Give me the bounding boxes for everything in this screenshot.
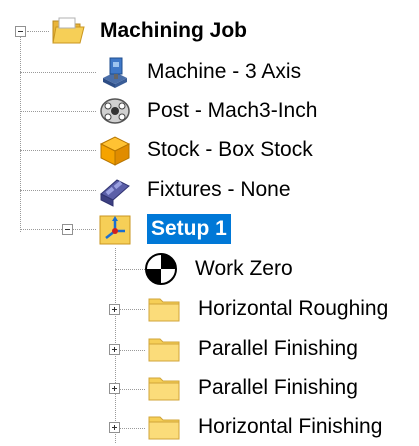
tree-node-label: Stock - Box Stock bbox=[147, 138, 313, 161]
fixtures-icon bbox=[97, 172, 133, 208]
tree-node-horizontal-finishing[interactable]: Horizontal Finishing bbox=[146, 408, 382, 446]
folder-icon bbox=[146, 370, 182, 406]
tree-node-label: Post - Mach3-Inch bbox=[147, 99, 318, 122]
tree-node-label: Horizontal Roughing bbox=[198, 297, 389, 320]
tree-node-label: Machining Job bbox=[100, 19, 247, 42]
tree-connector bbox=[20, 190, 96, 191]
expand-horizontal-roughing-button[interactable] bbox=[109, 304, 120, 315]
stock-box-icon bbox=[97, 132, 133, 168]
tree-node-machine[interactable]: Machine - 3 Axis bbox=[97, 53, 301, 91]
tree-connector bbox=[20, 150, 96, 151]
setup-icon bbox=[97, 211, 133, 247]
tree-node-setup[interactable]: Setup 1 bbox=[97, 210, 231, 248]
tree-node-label: Horizontal Finishing bbox=[198, 415, 383, 438]
tree-node-label: Parallel Finishing bbox=[198, 337, 358, 360]
folder-icon bbox=[146, 409, 182, 445]
machine-icon bbox=[97, 54, 133, 90]
tree-node-fixtures[interactable]: Fixtures - None bbox=[97, 171, 291, 209]
tree-node-machining-job[interactable]: Machining Job bbox=[50, 12, 247, 50]
tree-connector bbox=[20, 229, 96, 230]
expand-parallel-finishing-button[interactable] bbox=[109, 344, 120, 355]
work-zero-icon bbox=[143, 251, 179, 287]
tree-node-post[interactable]: Post - Mach3-Inch bbox=[97, 92, 317, 130]
tree-node-parallel-finishing[interactable]: Parallel Finishing bbox=[146, 330, 358, 368]
tree-node-parallel-finishing-2[interactable]: Parallel Finishing bbox=[146, 369, 358, 407]
collapse-setup-button[interactable] bbox=[62, 224, 73, 235]
tree-node-stock[interactable]: Stock - Box Stock bbox=[97, 131, 313, 169]
operations-tree: Machining Job Machine - 3 Axis Post - Ma… bbox=[0, 0, 419, 443]
tree-connector bbox=[27, 31, 49, 32]
tree-node-label: Fixtures - None bbox=[147, 178, 291, 201]
expand-horizontal-finishing-button[interactable] bbox=[109, 422, 120, 433]
tree-connector bbox=[20, 36, 21, 232]
folder-icon bbox=[146, 331, 182, 367]
tree-connector bbox=[115, 269, 145, 270]
folder-icon bbox=[146, 291, 182, 327]
folder-open-icon bbox=[50, 13, 86, 49]
tree-connector bbox=[20, 111, 96, 112]
collapse-machining-job-button[interactable] bbox=[15, 26, 26, 37]
expand-parallel-finishing-2-button[interactable] bbox=[109, 383, 120, 394]
tree-connector bbox=[20, 72, 96, 73]
tree-node-label: Machine - 3 Axis bbox=[147, 60, 302, 83]
tree-node-work-zero[interactable]: Work Zero bbox=[143, 250, 293, 288]
tree-node-label: Parallel Finishing bbox=[198, 376, 358, 399]
post-icon bbox=[97, 93, 133, 129]
tree-node-horizontal-roughing[interactable]: Horizontal Roughing bbox=[146, 290, 388, 328]
tree-node-label: Setup 1 bbox=[147, 214, 231, 244]
tree-node-label: Work Zero bbox=[195, 257, 293, 280]
